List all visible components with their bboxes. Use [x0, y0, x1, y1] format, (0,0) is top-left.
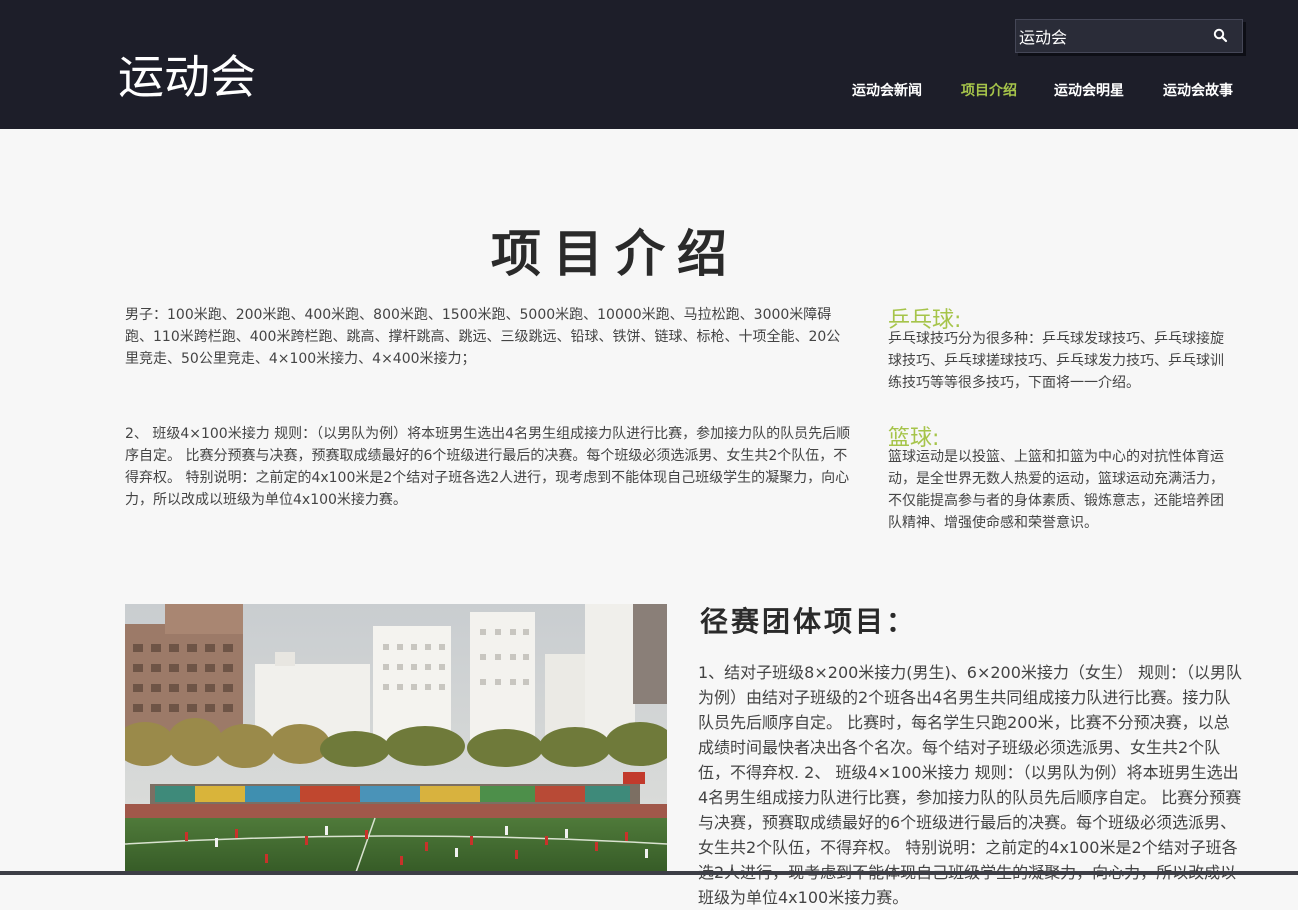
site-header: 运动会 运动会新闻 项目介绍 运动会明星 运动会故事: [0, 0, 1298, 129]
stadium-photo: [125, 604, 667, 875]
sidebar-text-pingpong: 乒乓球技巧分为很多种：乒乓球发球技巧、乒乓球接旋球技巧、乒乓球搓球技巧、乒乓球发…: [888, 331, 1224, 391]
search-input[interactable]: [1019, 24, 1204, 48]
search-box: [1015, 19, 1243, 53]
section-heading: 径赛团体项目：: [700, 605, 918, 638]
intro-paragraph-men: 男子：100米跑、200米跑、400米跑、800米跑、1500米跑、5000米跑…: [125, 307, 841, 367]
main-nav: 运动会新闻 项目介绍 运动会明星 运动会故事: [0, 80, 1298, 102]
search-icon[interactable]: [1212, 27, 1230, 45]
bottom-divider: [0, 871, 1298, 875]
nav-item-news[interactable]: 运动会新闻: [852, 80, 922, 100]
nav-item-stars[interactable]: 运动会明星: [1054, 80, 1124, 100]
sidebar-text-basketball: 篮球运动是以投篮、上篮和扣篮为中心的对抗性体育运动，是全世界无数人热爱的运动，篮…: [888, 449, 1224, 531]
nav-item-events[interactable]: 项目介绍: [961, 80, 1017, 100]
page-title: 项目介绍: [491, 223, 739, 283]
intro-paragraph-relay: 2、 班级4×100米接力 规则：（以男队为例）将本班男生选出4名男生组成接力队…: [125, 426, 851, 508]
nav-item-stories[interactable]: 运动会故事: [1163, 80, 1233, 100]
